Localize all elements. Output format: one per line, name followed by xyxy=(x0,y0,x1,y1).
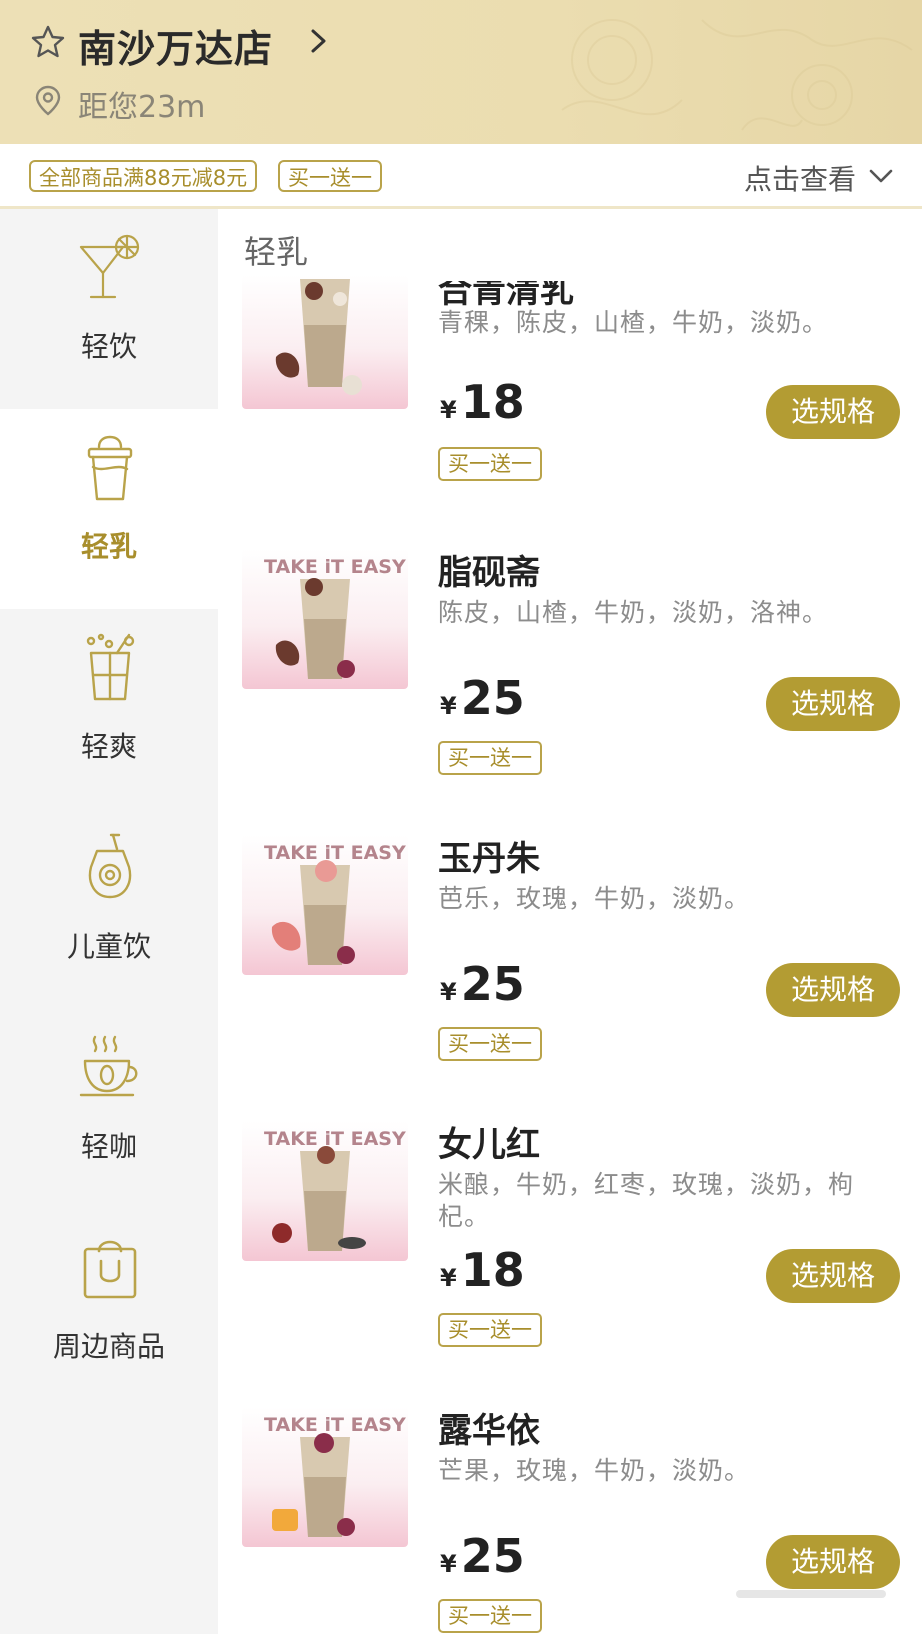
product-item[interactable]: TAKE iT EASY 女儿红 米酿，牛奶，红枣，玫瑰，淡奶，枸杞。 ¥18 … xyxy=(218,1117,922,1403)
promo-bar: 全部商品满88元减8元 买一送一 点击查看 xyxy=(0,144,922,209)
sidebar-item-qingshuang[interactable]: 轻爽 xyxy=(0,609,218,809)
drink-cup-image: TAKE iT EASY xyxy=(264,842,406,965)
sidebar-item-merch[interactable]: 周边商品 xyxy=(0,1209,218,1409)
store-header: 南沙万达店 距您23m xyxy=(0,0,922,144)
chevron-down-icon[interactable] xyxy=(868,164,894,188)
floral-decoration xyxy=(561,19,913,131)
sidebar-item-label: 轻咖 xyxy=(80,1130,137,1163)
product-name: 露华依 xyxy=(438,1411,540,1451)
product-name: 女儿红 xyxy=(438,1125,540,1165)
bogo-badge: 买一送一 xyxy=(438,741,542,775)
star-icon[interactable] xyxy=(30,24,66,60)
sidebar-item-label: 轻乳 xyxy=(80,530,137,563)
select-spec-button[interactable]: 选规格 xyxy=(766,1249,900,1303)
price-value: 18 xyxy=(460,375,525,429)
product-desc: 芒果，玫瑰，牛奶，淡奶。 xyxy=(438,1456,751,1485)
milk-cup-icon xyxy=(87,435,133,501)
promo-tag-discount: 全部商品满88元减8元 xyxy=(29,160,258,192)
product-item[interactable]: TAKE iT EASY 露华依 芒果，玫瑰，牛奶，淡奶。 ¥25 买一送一 选… xyxy=(218,1403,922,1634)
select-spec-button[interactable]: 选规格 xyxy=(766,677,900,731)
price-value: 18 xyxy=(460,1243,525,1297)
product-image[interactable]: TAKE iT EASY xyxy=(242,1407,408,1547)
product-price: ¥18 xyxy=(440,1243,525,1297)
product-image[interactable]: TAKE iT EASY xyxy=(242,549,408,689)
brand-text: TAKE iT EASY xyxy=(264,1414,406,1436)
sidebar-item-coffee[interactable]: 轻咖 xyxy=(0,1009,218,1209)
product-item[interactable]: TAKE iT EASY 玉丹朱 芭乐，玫瑰，牛奶，淡奶。 ¥25 买一送一 选… xyxy=(218,831,922,1117)
product-item[interactable]: 合青清乳 青稞，陈皮，山楂，牛奶，淡奶。 ¥18 买一送一 选规格 xyxy=(218,275,922,561)
product-image[interactable] xyxy=(242,275,408,409)
sidebar-item-label: 儿童饮 xyxy=(66,930,151,963)
sidebar-item-kids[interactable]: 儿童饮 xyxy=(0,809,218,1009)
currency-symbol: ¥ xyxy=(440,1550,457,1578)
section-title: 轻乳 xyxy=(244,233,309,271)
brand-text: TAKE iT EASY xyxy=(264,842,406,864)
sidebar-item-qingru[interactable]: 轻乳 xyxy=(0,409,218,609)
shopping-bag-icon xyxy=(83,1240,137,1299)
sidebar-item-label: 轻爽 xyxy=(80,730,137,763)
bogo-badge: 买一送一 xyxy=(438,1027,542,1061)
brand-text: TAKE iT EASY xyxy=(264,556,406,578)
sidebar-item-label: 周边商品 xyxy=(52,1330,165,1363)
product-price: ¥25 xyxy=(440,671,525,725)
product-price: ¥25 xyxy=(440,957,525,1011)
bogo-badge: 买一送一 xyxy=(438,447,542,481)
product-list: 轻乳 合青清乳 青稞，陈皮，山楂，牛奶，淡奶。 ¥18 买一送一 选规格 TAK… xyxy=(218,209,922,1634)
drink-cup-image: TAKE iT EASY xyxy=(264,556,406,679)
location-pin-icon xyxy=(35,85,61,116)
product-name: 脂砚斋 xyxy=(438,553,540,593)
store-name[interactable]: 南沙万达店 xyxy=(78,18,273,73)
home-indicator xyxy=(736,1590,886,1598)
store-distance: 距您23m xyxy=(78,90,206,125)
product-item[interactable]: TAKE iT EASY 脂砚斋 陈皮，山楂，牛奶，淡奶，洛神。 ¥25 买一送… xyxy=(218,545,922,831)
drink-cup-image: TAKE iT EASY xyxy=(264,1414,406,1537)
promo-view-link[interactable]: 点击查看 xyxy=(744,158,856,198)
currency-symbol: ¥ xyxy=(440,396,457,424)
product-image[interactable]: TAKE iT EASY xyxy=(242,835,408,975)
promo-tag-bogo: 买一送一 xyxy=(278,160,382,192)
product-price: ¥25 xyxy=(440,1529,525,1583)
product-image[interactable]: TAKE iT EASY xyxy=(242,1121,408,1261)
product-desc: 芭乐，玫瑰，牛奶，淡奶。 xyxy=(438,884,751,913)
select-spec-button[interactable]: 选规格 xyxy=(766,385,900,439)
product-desc: 陈皮，山楂，牛奶，淡奶，洛神。 xyxy=(438,598,829,627)
chevron-right-icon[interactable] xyxy=(308,26,330,56)
product-desc: 米酿，牛奶，红枣，玫瑰，淡奶，枸杞。 xyxy=(438,1170,855,1231)
product-name: 玉丹朱 xyxy=(438,839,540,879)
select-spec-button[interactable]: 选规格 xyxy=(766,1535,900,1589)
sidebar-item-qingyin[interactable]: 轻饮 xyxy=(0,209,218,409)
bogo-badge: 买一送一 xyxy=(438,1599,542,1633)
select-spec-button[interactable]: 选规格 xyxy=(766,963,900,1017)
drink-cup-image xyxy=(275,279,362,395)
currency-symbol: ¥ xyxy=(440,1264,457,1292)
bogo-badge: 买一送一 xyxy=(438,1313,542,1347)
price-value: 25 xyxy=(460,1529,525,1583)
iced-drink-icon xyxy=(86,633,135,701)
product-price: ¥18 xyxy=(440,375,525,429)
drink-cup-image: TAKE iT EASY xyxy=(264,1128,406,1251)
cocktail-icon xyxy=(79,234,140,299)
category-sidebar: 轻饮 轻乳 轻爽 儿童饮 轻咖 周边商品 xyxy=(0,209,218,1634)
price-value: 25 xyxy=(460,671,525,725)
price-value: 25 xyxy=(460,957,525,1011)
currency-symbol: ¥ xyxy=(440,692,457,720)
product-desc: 青稞，陈皮，山楂，牛奶，淡奶。 xyxy=(438,308,829,337)
sidebar-item-label: 轻饮 xyxy=(80,330,137,363)
brand-text: TAKE iT EASY xyxy=(264,1128,406,1150)
coffee-cup-icon xyxy=(79,1035,138,1097)
product-name: 合青清乳 xyxy=(438,271,574,311)
coconut-drink-icon xyxy=(88,833,132,899)
currency-symbol: ¥ xyxy=(440,978,457,1006)
